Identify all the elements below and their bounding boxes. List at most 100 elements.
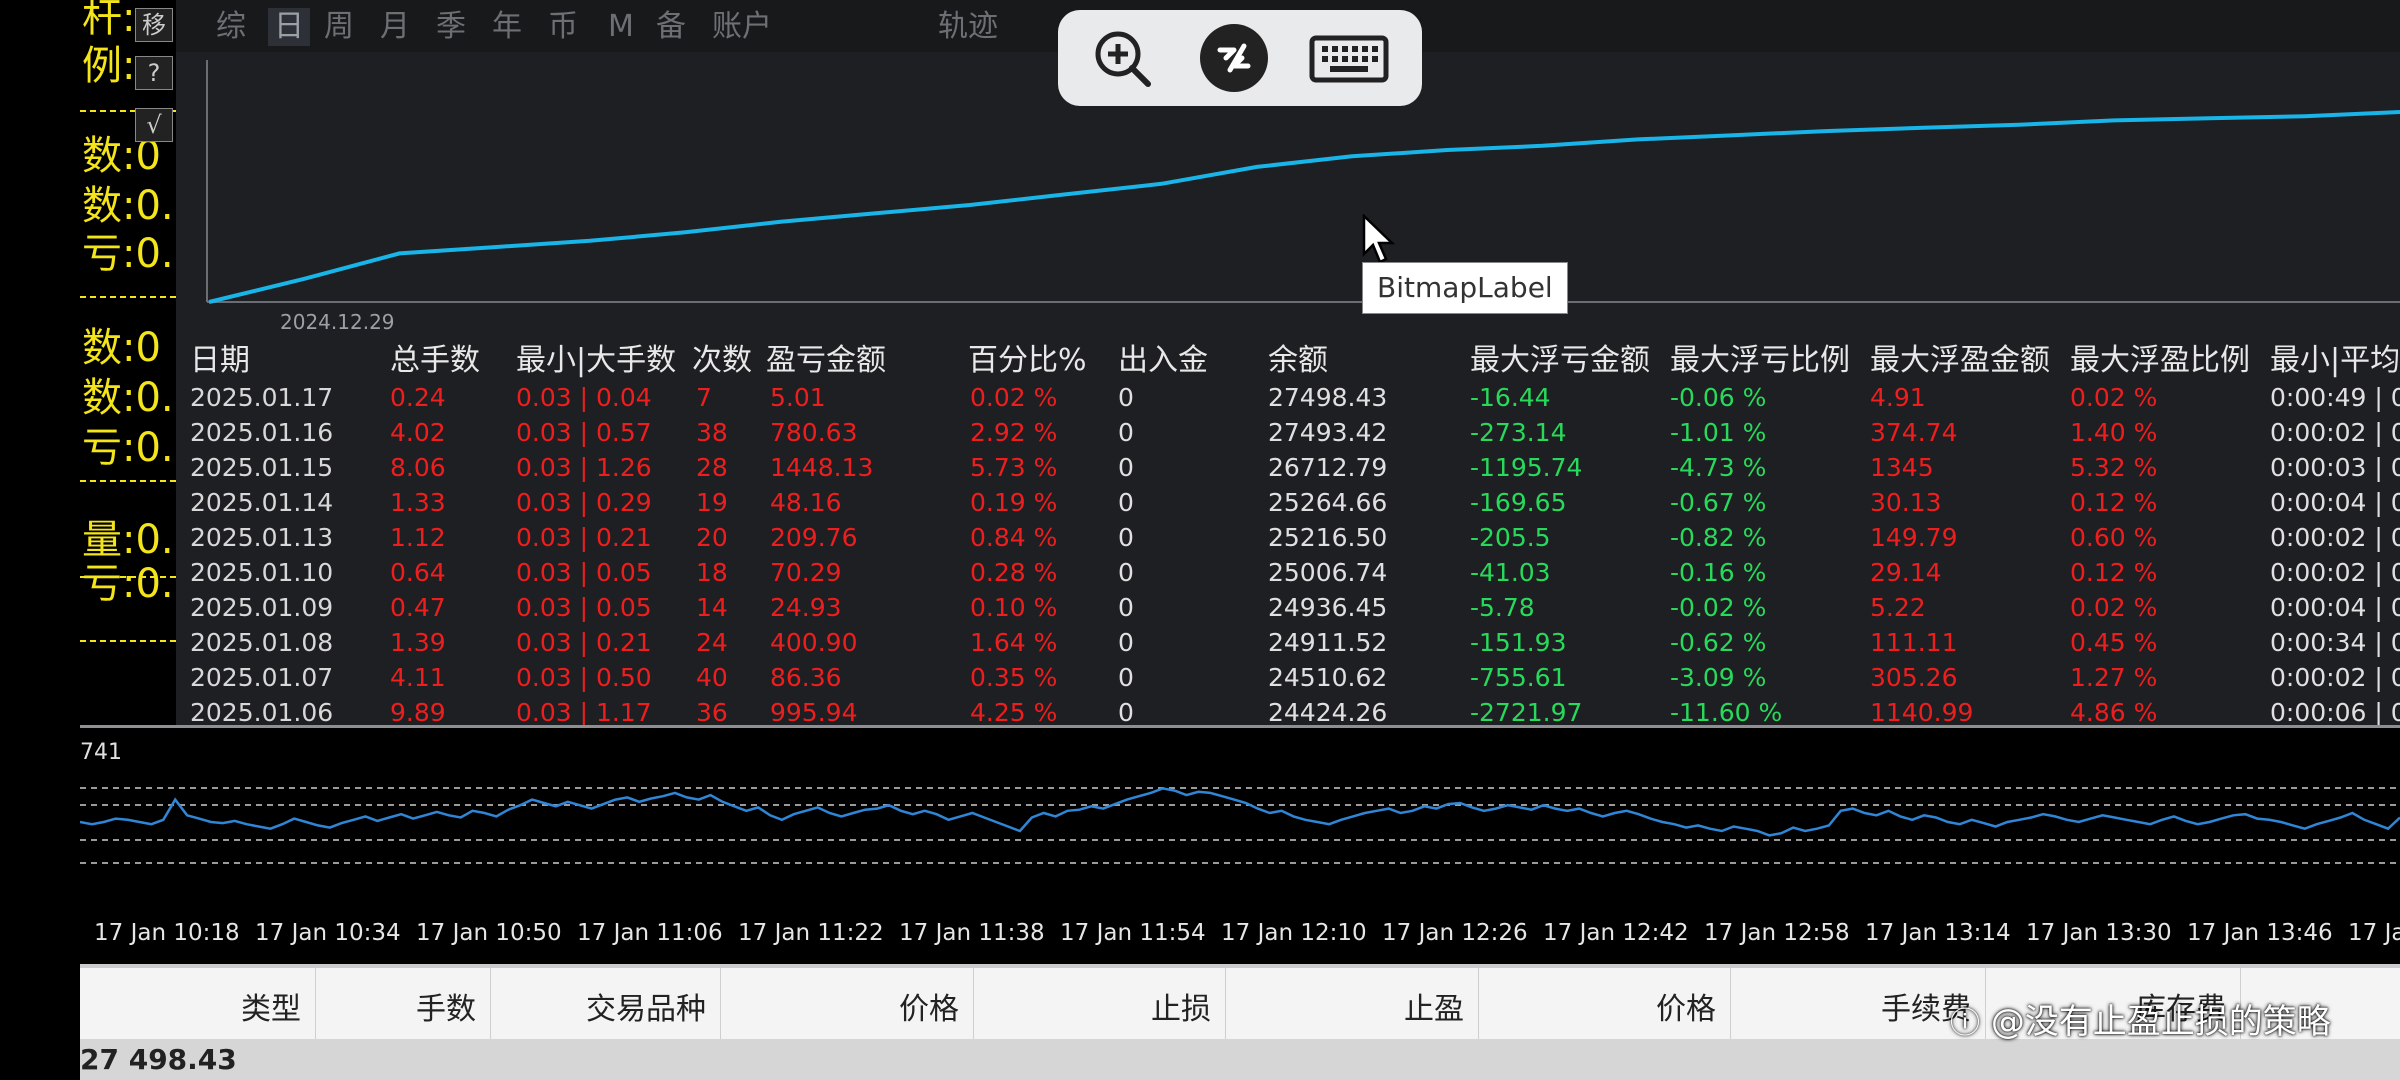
table-header-cell[interactable]: 出入金 xyxy=(1118,340,1208,382)
table-header-cell[interactable]: 最小|平均 xyxy=(2270,340,2400,382)
table-cell-io: 0 xyxy=(1118,663,1134,692)
time-axis-label: 17 Jan 10:18 xyxy=(94,920,240,946)
table-header-cell[interactable]: 次数 xyxy=(692,340,752,382)
table-row[interactable]: 2025.01.16 4.02 0.03 | 0.57 38 780.63 2.92 % 0… xyxy=(176,415,2400,450)
table-row[interactable]: 2025.01.14 1.33 0.03 | 0.29 19 48.16 0.19 % 0 2… xyxy=(176,485,2400,520)
table-cell-lots: 4.11 xyxy=(390,663,446,692)
tab-0[interactable]: 综 xyxy=(216,8,246,46)
table-cell-count: 24 xyxy=(696,628,728,657)
table-cell-pnl: 400.90 xyxy=(770,628,858,657)
table-cell-balance: 26712.79 xyxy=(1268,453,1388,482)
table-cell-minmax: 0.03 | 0.04 xyxy=(516,383,652,412)
tab-3[interactable]: 月 xyxy=(380,8,410,46)
tab-1[interactable]: 日 xyxy=(268,8,310,46)
table-cell-time: 0:00:34 | 0 xyxy=(2270,628,2400,657)
table-header-cell[interactable]: 最大浮盈比例 xyxy=(2070,340,2250,382)
table-row[interactable]: 2025.01.13 1.12 0.03 | 0.21 20 209.76 0.84 % 0… xyxy=(176,520,2400,555)
tab-9[interactable]: 账户 xyxy=(712,8,772,46)
table-header-cell[interactable]: 余额 xyxy=(1268,340,1328,382)
oscillator-chart xyxy=(80,728,2400,896)
table-row[interactable]: 2025.01.10 0.64 0.03 | 0.05 18 70.29 0.28 % 0 2… xyxy=(176,555,2400,590)
table-cell-date: 2025.01.09 xyxy=(190,593,334,622)
move-button[interactable]: 移 xyxy=(135,8,173,42)
table-header-cell[interactable]: 日期 xyxy=(190,340,250,382)
table-header-cell[interactable]: 最大浮亏金额 xyxy=(1470,340,1650,382)
time-axis-label: 17 Jan 11:38 xyxy=(899,920,1045,946)
orders-header-cell[interactable]: 止盈 xyxy=(1225,968,1479,1039)
tab-5[interactable]: 年 xyxy=(492,8,522,46)
table-row[interactable]: 2025.01.15 8.06 0.03 | 1.26 28 1448.13 5.73 %… xyxy=(176,450,2400,485)
time-axis-label: 17 Jan 10:50 xyxy=(416,920,562,946)
remote-desktop-icon[interactable] xyxy=(1200,24,1268,92)
table-cell-max-fp-pct: 0.12 % xyxy=(2070,558,2158,587)
table-cell-pct: 0.19 % xyxy=(970,488,1058,517)
tab-7[interactable]: M xyxy=(608,8,634,46)
table-cell-date: 2025.01.10 xyxy=(190,558,334,587)
table-row[interactable]: 2025.01.07 4.11 0.03 | 0.50 40 86.36 0.35 % 0 2… xyxy=(176,660,2400,695)
help-button[interactable]: ? xyxy=(135,56,173,90)
table-cell-count: 28 xyxy=(696,453,728,482)
table-cell-pnl: 86.36 xyxy=(770,663,842,692)
orders-header-cell[interactable]: 价格 xyxy=(1478,968,1731,1039)
orders-header-cell[interactable]: 价格 xyxy=(720,968,974,1039)
table-cell-date: 2025.01.13 xyxy=(190,523,334,552)
indicator-label: 数:0 xyxy=(82,325,161,371)
indicator-label: 数:0. xyxy=(82,183,174,229)
table-cell-lots: 0.47 xyxy=(390,593,446,622)
table-header-cell[interactable]: 盈亏金额 xyxy=(766,340,886,382)
table-header-cell[interactable]: 最小|大手数 xyxy=(516,340,676,382)
orders-header-label: 止盈 xyxy=(1404,992,1464,1027)
tab-4[interactable]: 季 xyxy=(436,8,466,46)
zoom-in-icon[interactable] xyxy=(1088,24,1156,92)
time-axis: 17 Jan 10:18 17 Jan 10:34 17 Jan 10:50 17 J… xyxy=(80,896,2400,964)
table-cell-lots: 0.24 xyxy=(390,383,446,412)
tab-10[interactable]: 轨迹 xyxy=(938,8,998,46)
table-cell-io: 0 xyxy=(1118,453,1134,482)
orders-header-cell[interactable]: 止损 xyxy=(973,968,1226,1039)
indicator-label: 亏:0. xyxy=(82,231,174,277)
indicator-guide-line xyxy=(80,296,176,298)
table-cell-time: 0:00:04 | 0 xyxy=(2270,593,2400,622)
table-cell-io: 0 xyxy=(1118,628,1134,657)
check-button[interactable]: √ xyxy=(135,108,173,142)
balance-value: 27 498.43 xyxy=(80,1043,237,1076)
table-cell-lots: 4.02 xyxy=(390,418,446,447)
table-cell-max-fp: 29.14 xyxy=(1870,558,1942,587)
table-cell-pct: 0.28 % xyxy=(970,558,1058,587)
table-cell-max-dd-pct: -4.73 % xyxy=(1670,453,1767,482)
time-axis-label: 17 Jan 13:46 xyxy=(2187,920,2333,946)
orders-header-cell[interactable]: 类型 xyxy=(80,968,316,1039)
keyboard-icon[interactable] xyxy=(1308,24,1390,92)
table-cell-max-fp: 5.22 xyxy=(1870,593,1926,622)
table-cell-max-dd-pct: -1.01 % xyxy=(1670,418,1767,447)
table-cell-balance: 27498.43 xyxy=(1268,383,1388,412)
orders-header-cell[interactable]: 手数 xyxy=(315,968,491,1039)
table-cell-max-dd-pct: -0.16 % xyxy=(1670,558,1767,587)
table-cell-time: 0:00:02 | 0 xyxy=(2270,558,2400,587)
table-cell-minmax: 0.03 | 0.29 xyxy=(516,488,652,517)
tab-8[interactable]: 备 xyxy=(656,8,686,46)
table-header-cell[interactable]: 最大浮亏比例 xyxy=(1670,340,1850,382)
indicator-guide-line xyxy=(80,480,176,482)
orders-header-label: 交易品种 xyxy=(586,992,706,1027)
table-row[interactable]: 2025.01.09 0.47 0.03 | 0.05 14 24.93 0.10 % 0 2… xyxy=(176,590,2400,625)
tab-6[interactable]: 币 xyxy=(548,8,578,46)
table-cell-count: 40 xyxy=(696,663,728,692)
indicator-label: 例: xyxy=(82,43,136,89)
tooltip: BitmapLabel xyxy=(1362,262,1568,314)
table-header-cell[interactable]: 百分比% xyxy=(968,340,1087,382)
orders-header-cell[interactable]: 交易品种 xyxy=(490,968,721,1039)
table-cell-max-fp-pct: 0.02 % xyxy=(2070,593,2158,622)
orders-header-cell[interactable]: 手续费 xyxy=(1730,968,1986,1039)
table-cell-max-dd-pct: -0.67 % xyxy=(1670,488,1767,517)
table-header-cell[interactable]: 最大浮盈金额 xyxy=(1870,340,2050,382)
table-row[interactable]: 2025.01.17 0.24 0.03 | 0.04 7 5.01 0.02 % 0 274… xyxy=(176,380,2400,415)
orders-header-label: 价格 xyxy=(1656,992,1716,1027)
table-cell-lots: 1.12 xyxy=(390,523,446,552)
table-row[interactable]: 2025.01.08 1.39 0.03 | 0.21 24 400.90 1.64 % 0… xyxy=(176,625,2400,660)
time-axis-label: 17 Jan 13:30 xyxy=(2026,920,2172,946)
tab-2[interactable]: 周 xyxy=(324,8,354,46)
table-cell-max-dd-pct: -0.82 % xyxy=(1670,523,1767,552)
table-cell-lots: 1.33 xyxy=(390,488,446,517)
table-header-cell[interactable]: 总手数 xyxy=(390,340,480,382)
